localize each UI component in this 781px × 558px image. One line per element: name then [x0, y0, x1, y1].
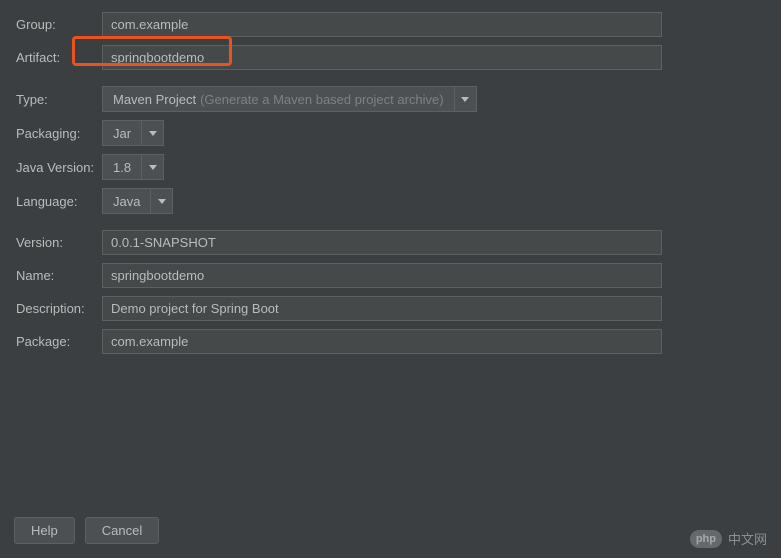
watermark: php 中文网 — [690, 529, 767, 548]
java-version-select[interactable]: 1.8 — [102, 154, 164, 180]
packaging-value: Jar — [113, 126, 131, 141]
java-version-label: Java Version: — [14, 160, 102, 175]
packaging-select[interactable]: Jar — [102, 120, 164, 146]
chevron-down-icon — [141, 155, 163, 179]
package-input[interactable] — [102, 329, 662, 354]
group-label: Group: — [14, 17, 102, 32]
chevron-down-icon — [150, 189, 172, 213]
watermark-text: 中文网 — [728, 529, 767, 548]
type-select[interactable]: Maven Project (Generate a Maven based pr… — [102, 86, 477, 112]
cancel-button[interactable]: Cancel — [85, 517, 159, 544]
watermark-badge: php — [690, 530, 722, 548]
language-select[interactable]: Java — [102, 188, 173, 214]
language-value: Java — [113, 194, 140, 209]
name-label: Name: — [14, 268, 102, 283]
type-label: Type: — [14, 92, 102, 107]
name-input[interactable] — [102, 263, 662, 288]
version-label: Version: — [14, 235, 102, 250]
description-label: Description: — [14, 301, 102, 316]
chevron-down-icon — [141, 121, 163, 145]
language-label: Language: — [14, 194, 102, 209]
version-input[interactable] — [102, 230, 662, 255]
description-input[interactable] — [102, 296, 662, 321]
type-hint: (Generate a Maven based project archive) — [200, 92, 444, 107]
java-version-value: 1.8 — [113, 160, 131, 175]
package-label: Package: — [14, 334, 102, 349]
packaging-label: Packaging: — [14, 126, 102, 141]
artifact-label: Artifact: — [14, 50, 102, 65]
artifact-input[interactable] — [102, 45, 662, 70]
help-button[interactable]: Help — [14, 517, 75, 544]
group-input[interactable] — [102, 12, 662, 37]
chevron-down-icon — [454, 87, 476, 111]
type-value: Maven Project — [113, 92, 196, 107]
